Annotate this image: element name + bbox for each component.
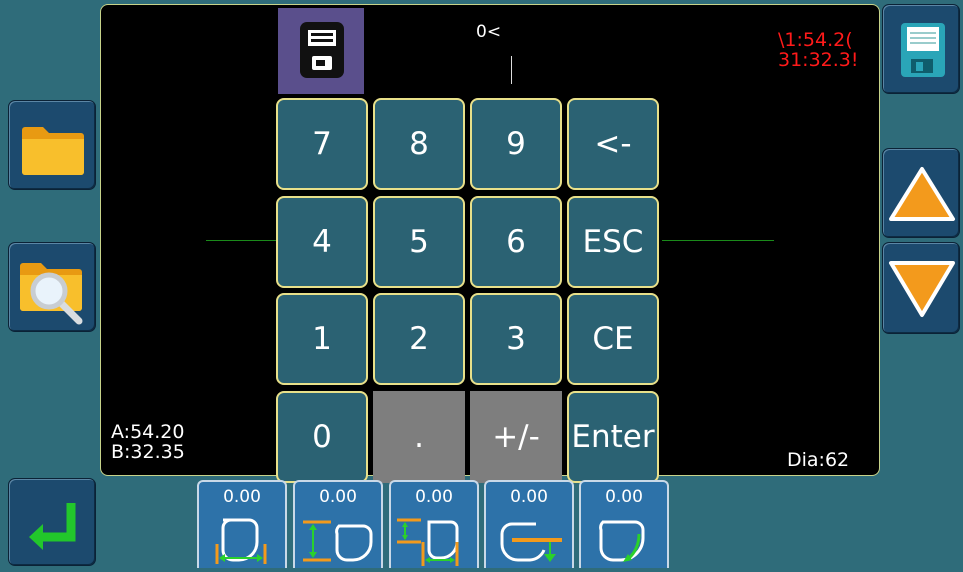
tool-lens-bevel[interactable]: 0.00 — [579, 480, 669, 568]
b-value: B:32.35 — [111, 441, 185, 463]
a-value: A:54.20 — [111, 421, 185, 443]
tool-lens-height-width[interactable]: 0.00 — [389, 480, 479, 568]
decrease-button[interactable] — [882, 242, 960, 334]
tool-picture — [484, 512, 574, 568]
horizontal-guide-left — [206, 240, 278, 241]
tool-picture — [293, 512, 383, 568]
tool-value: 0.00 — [389, 480, 479, 512]
tool-value: 0.00 — [484, 480, 574, 512]
tool-value: 0.00 — [579, 480, 669, 512]
tool-picture — [197, 512, 287, 568]
floppy-save-icon — [901, 23, 945, 77]
diameter-value: Dia:62 — [787, 449, 850, 471]
key-8[interactable]: 8 — [373, 98, 465, 190]
key-7[interactable]: 7 — [276, 98, 368, 190]
folder-icon — [22, 127, 84, 175]
tool-value: 0.00 — [293, 480, 383, 512]
lens-bevel-icon — [599, 520, 645, 562]
key-escape[interactable]: ESC — [567, 196, 659, 288]
numeric-keypad: 7 8 9 <- 4 5 6 ESC 1 2 3 CE 0 . +/- Ente… — [276, 98, 666, 488]
key-2[interactable]: 2 — [373, 293, 465, 385]
key-enter[interactable]: Enter — [567, 391, 659, 483]
save-icon-panel[interactable] — [278, 8, 364, 94]
lens-width-icon — [215, 518, 267, 564]
key-1[interactable]: 1 — [276, 293, 368, 385]
floppy-disk-icon — [300, 22, 344, 78]
key-backspace[interactable]: <- — [567, 98, 659, 190]
tool-picture — [389, 512, 479, 568]
open-folder-button[interactable] — [8, 100, 96, 190]
key-plus-minus[interactable]: +/- — [470, 391, 562, 483]
folder-search-icon — [20, 263, 83, 325]
key-4[interactable]: 4 — [276, 196, 368, 288]
enter-arrow-icon — [29, 503, 76, 550]
key-3[interactable]: 3 — [470, 293, 562, 385]
horizontal-guide-right — [662, 240, 774, 241]
input-text: 0< — [476, 22, 502, 42]
key-0[interactable]: 0 — [276, 391, 368, 483]
arrow-down-icon — [889, 261, 955, 317]
tool-picture — [579, 512, 669, 568]
tool-lens-drop[interactable]: 0.00 — [484, 480, 574, 568]
key-9[interactable]: 9 — [470, 98, 562, 190]
arrow-up-icon — [889, 167, 955, 221]
key-5[interactable]: 5 — [373, 196, 465, 288]
save-button[interactable] — [882, 4, 960, 94]
red-readout: \1:54.2( 31:32.3! — [778, 30, 871, 74]
return-button[interactable] — [8, 478, 96, 566]
text-cursor — [511, 56, 512, 84]
tool-value: 0.00 — [197, 480, 287, 512]
tool-lens-height-bridge[interactable]: 0.00 — [293, 480, 383, 568]
key-decimal[interactable]: . — [373, 391, 465, 483]
red-readout-b: 31:32.3! — [778, 49, 859, 71]
lens-height-bridge-icon — [303, 520, 373, 562]
search-folder-button[interactable] — [8, 242, 96, 332]
key-clear-entry[interactable]: CE — [567, 293, 659, 385]
tool-lens-width[interactable]: 0.00 — [197, 480, 287, 568]
key-6[interactable]: 6 — [470, 196, 562, 288]
lens-drop-icon — [500, 522, 562, 562]
red-readout-a: \1:54.2( — [778, 30, 853, 51]
increase-button[interactable] — [882, 148, 960, 238]
lens-height-width-icon — [397, 518, 459, 566]
